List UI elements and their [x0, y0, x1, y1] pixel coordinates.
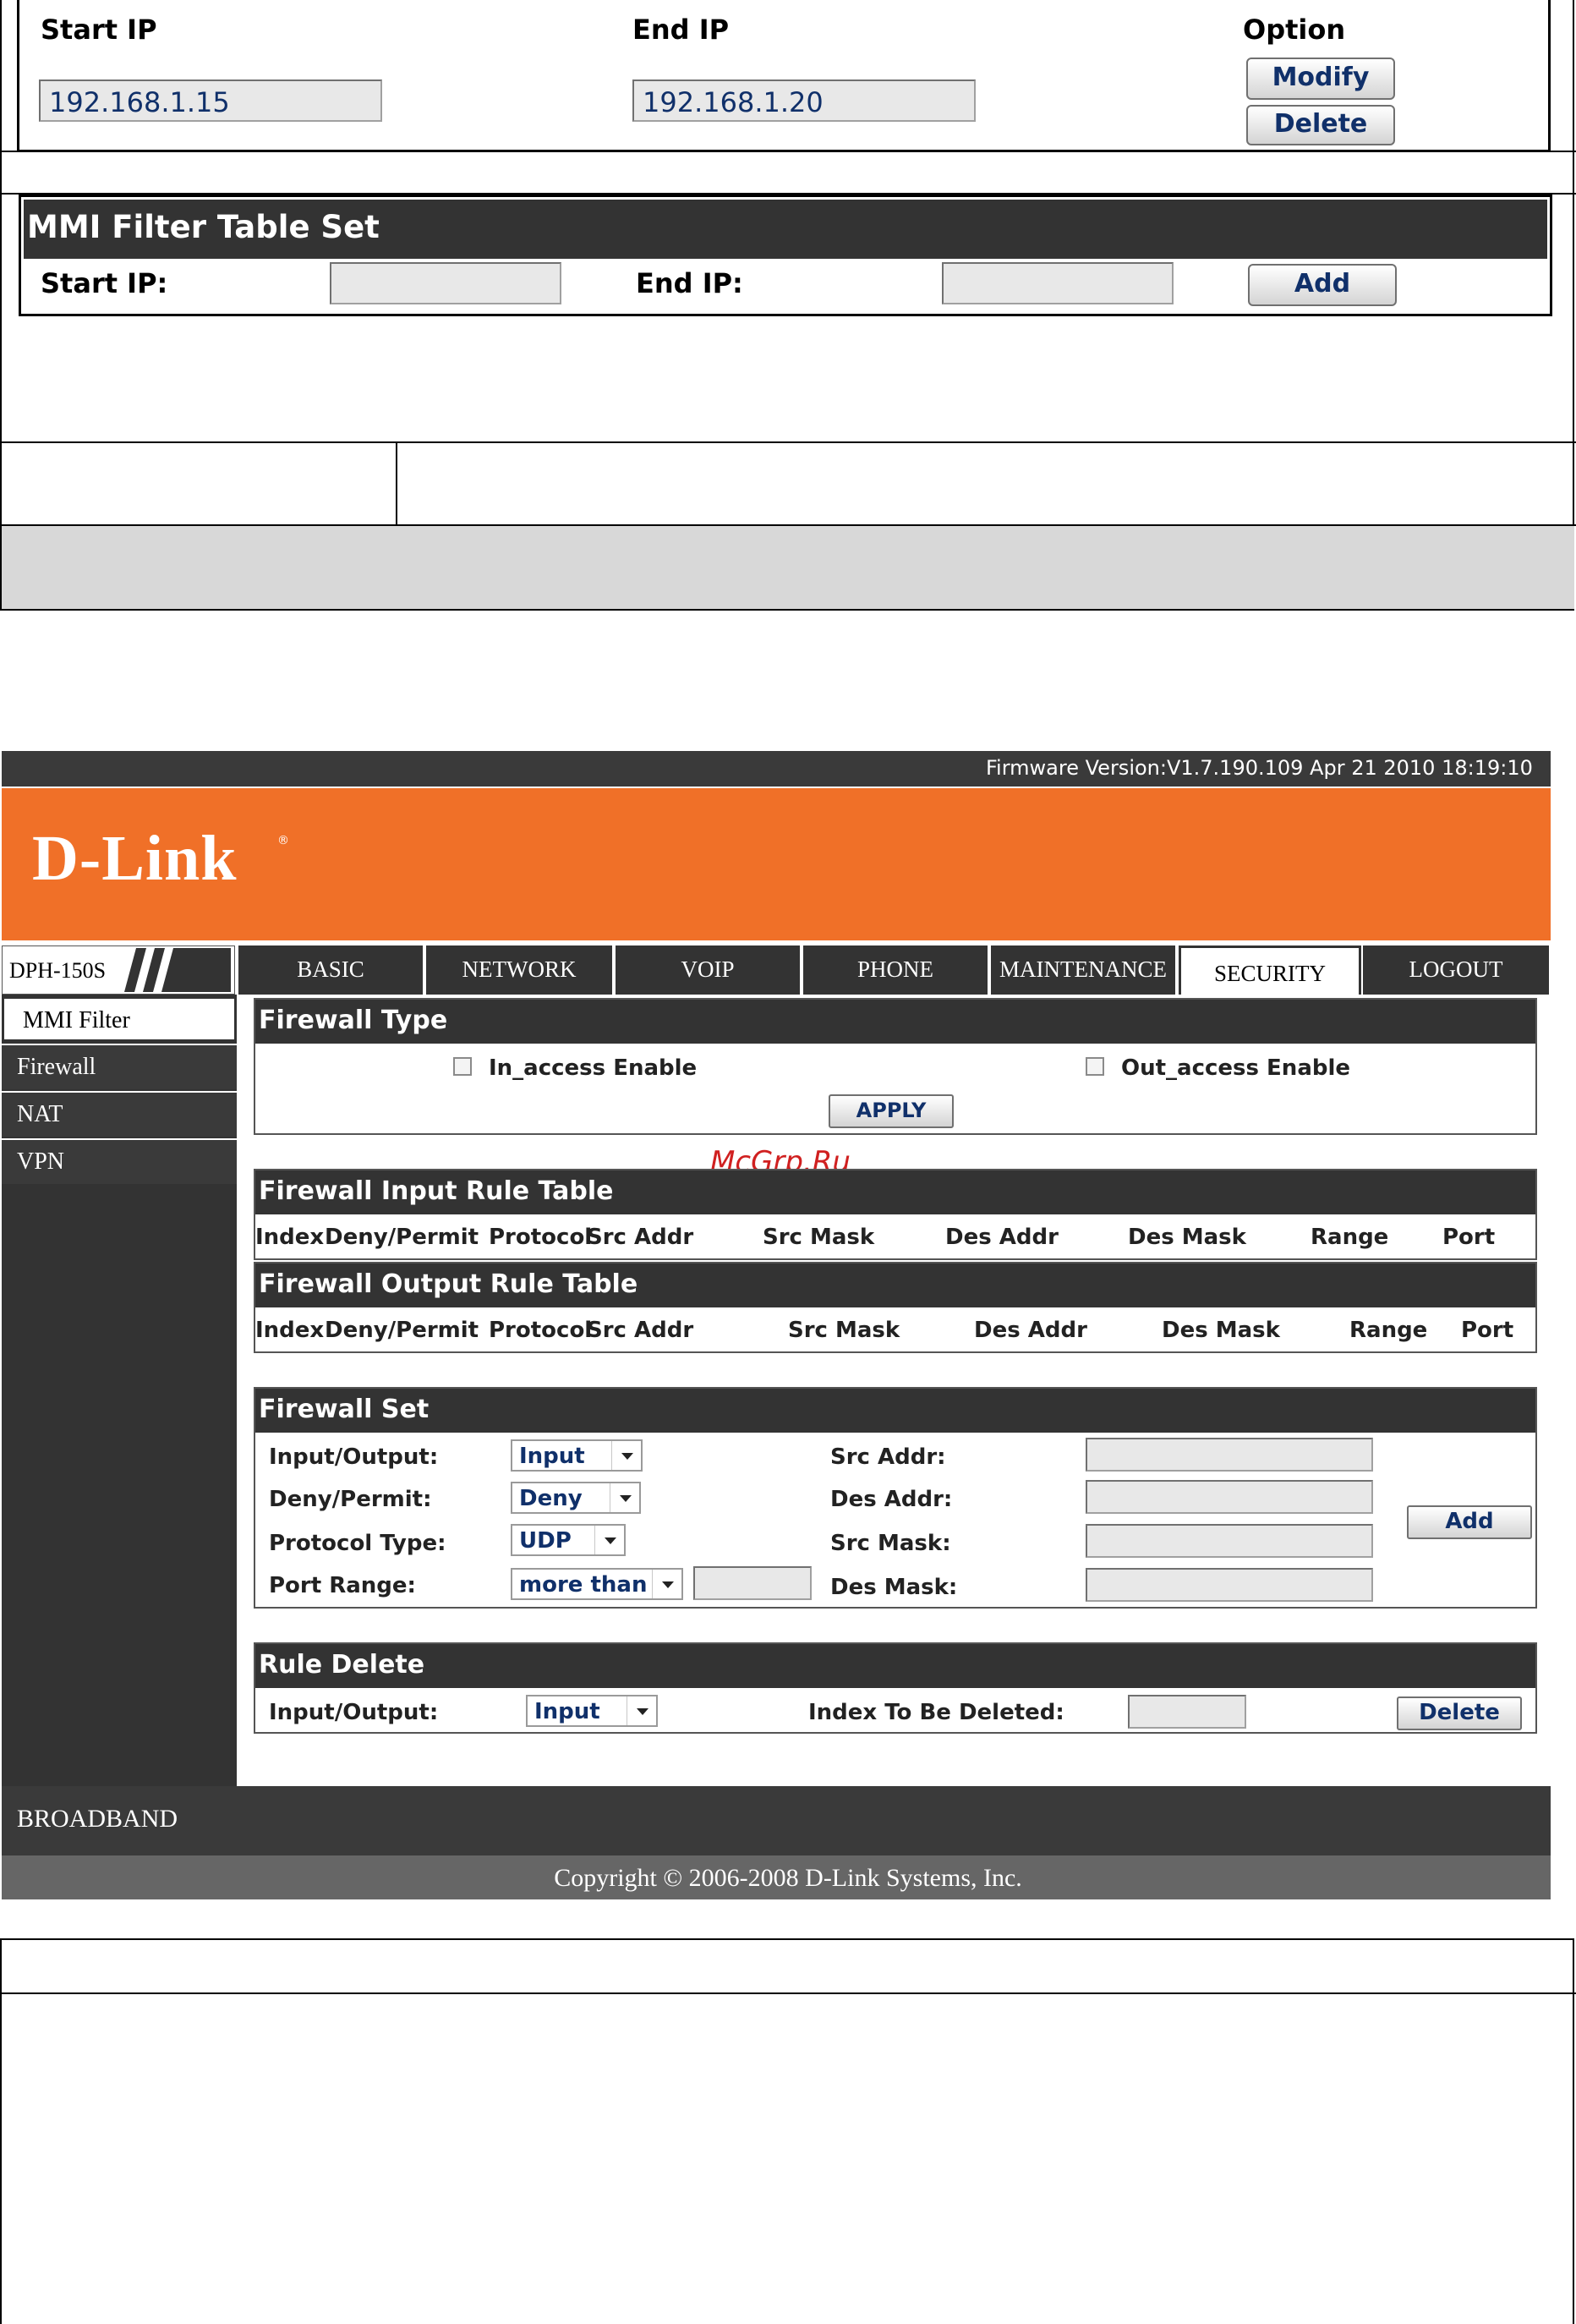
- des-addr-input[interactable]: [1086, 1480, 1373, 1514]
- mmi-end-ip-input[interactable]: [942, 262, 1174, 304]
- firewall-add-button[interactable]: Add: [1407, 1505, 1532, 1539]
- registered-mark: ®: [277, 834, 289, 847]
- mmi-filter-set-title: MMI Filter Table Set: [24, 200, 1547, 259]
- mmi-start-ip-label: Start IP:: [41, 267, 168, 299]
- des-mask-input[interactable]: [1086, 1568, 1373, 1602]
- bottom-table-frame: [0, 1938, 1574, 2324]
- mmi-start-ip-input[interactable]: [330, 262, 561, 304]
- input-col-range: Range: [1311, 1225, 1389, 1250]
- port-range-input[interactable]: [693, 1566, 812, 1600]
- slash-decoration-icon: [124, 948, 231, 992]
- src-addr-input[interactable]: [1086, 1438, 1373, 1472]
- des-addr-label: Des Addr:: [830, 1487, 953, 1512]
- gray-footer-row: [2, 526, 1574, 609]
- broadband-label: BROADBAND: [17, 1805, 178, 1833]
- start-ip-text: 192.168.1.15: [49, 86, 230, 118]
- mmi-end-ip-label: End IP:: [636, 267, 743, 299]
- index-delete-label: Index To Be Deleted:: [808, 1700, 1064, 1725]
- output-col-port: Port: [1461, 1318, 1514, 1343]
- rule-delete-title: Rule Delete: [255, 1644, 1535, 1688]
- dp-select-value: Deny: [519, 1486, 583, 1511]
- delete-entry-button[interactable]: Delete: [1246, 105, 1395, 145]
- rule-delete-button[interactable]: Delete: [1397, 1696, 1522, 1730]
- input-col-index: Index: [255, 1225, 325, 1250]
- output-col-des-addr: Des Addr: [974, 1318, 1087, 1343]
- chevron-down-icon: [594, 1526, 624, 1554]
- input-col-src-mask: Src Mask: [763, 1225, 875, 1250]
- in-access-label: In_access Enable: [489, 1055, 698, 1081]
- output-rule-title: Firewall Output Rule Table: [255, 1263, 1535, 1307]
- delete-io-select-value: Input: [534, 1699, 600, 1724]
- tab-voip[interactable]: VOIP: [616, 945, 802, 995]
- dlink-logo: D-Link: [32, 823, 238, 894]
- option-header: Option: [1243, 14, 1346, 46]
- input-rule-title: Firewall Input Rule Table: [255, 1170, 1535, 1214]
- in-access-checkbox[interactable]: [453, 1057, 472, 1076]
- tab-maintenance[interactable]: MAINTENANCE: [991, 945, 1177, 995]
- mmi-add-button[interactable]: Add: [1248, 264, 1397, 306]
- modify-button[interactable]: Modify: [1246, 58, 1395, 100]
- out-access-label: Out_access Enable: [1121, 1055, 1351, 1081]
- io-select-value: Input: [519, 1444, 585, 1469]
- output-col-des-mask: Des Mask: [1162, 1318, 1280, 1343]
- tab-network[interactable]: NETWORK: [426, 945, 614, 995]
- input-col-des-addr: Des Addr: [945, 1225, 1059, 1250]
- tab-logout[interactable]: LOGOUT: [1363, 945, 1551, 995]
- chevron-down-icon: [627, 1696, 656, 1725]
- input-col-des-mask: Des Mask: [1128, 1225, 1246, 1250]
- sidebar-item-firewall[interactable]: Firewall: [2, 1044, 237, 1089]
- input-col-deny-permit: Deny/Permit: [325, 1225, 479, 1250]
- dp-select[interactable]: Deny: [511, 1482, 641, 1514]
- output-col-src-mask: Src Mask: [788, 1318, 900, 1343]
- proto-select[interactable]: UDP: [511, 1524, 626, 1556]
- broadband-bar: [2, 1786, 1551, 1855]
- delete-io-select[interactable]: Input: [526, 1695, 658, 1727]
- io-select[interactable]: Input: [511, 1439, 643, 1472]
- sidebar-item-vpn[interactable]: VPN: [2, 1138, 237, 1184]
- src-addr-label: Src Addr:: [830, 1444, 946, 1470]
- sidebar-item-nat[interactable]: NAT: [2, 1091, 237, 1137]
- start-ip-header: Start IP: [41, 14, 157, 46]
- range-label: Port Range:: [269, 1573, 416, 1598]
- output-col-index: Index: [255, 1318, 325, 1343]
- proto-select-value: UDP: [519, 1528, 572, 1554]
- range-select[interactable]: more than: [511, 1568, 683, 1600]
- chevron-down-icon: [652, 1570, 681, 1598]
- src-mask-input[interactable]: [1086, 1524, 1373, 1558]
- chevron-down-icon: [611, 1441, 641, 1470]
- dp-label: Deny/Permit:: [269, 1487, 432, 1512]
- end-ip-value[interactable]: 192.168.1.20: [632, 79, 976, 122]
- output-col-deny-permit: Deny/Permit: [325, 1318, 479, 1343]
- index-delete-input[interactable]: [1128, 1695, 1246, 1729]
- output-col-src-addr: Src Addr: [587, 1318, 694, 1343]
- tab-phone[interactable]: PHONE: [803, 945, 989, 995]
- des-mask-label: Des Mask:: [830, 1575, 958, 1600]
- tab-basic[interactable]: BASIC: [238, 945, 424, 995]
- firewall-type-title: Firewall Type: [255, 1000, 1535, 1044]
- end-ip-header: End IP: [632, 14, 730, 46]
- sidebar-item-mmi-filter[interactable]: MMI Filter: [2, 996, 237, 1042]
- out-access-checkbox[interactable]: [1086, 1057, 1104, 1076]
- firewall-set-title: Firewall Set: [255, 1389, 1535, 1433]
- input-col-src-addr: Src Addr: [587, 1225, 694, 1250]
- tab-security[interactable]: SECURITY: [1179, 945, 1361, 995]
- range-select-value: more than: [519, 1572, 648, 1598]
- model-label: DPH-150S: [2, 945, 235, 995]
- src-mask-label: Src Mask:: [830, 1531, 951, 1556]
- end-ip-text: 192.168.1.20: [643, 86, 824, 118]
- input-col-port: Port: [1442, 1225, 1496, 1250]
- model-text: DPH-150S: [9, 958, 107, 983]
- chevron-down-icon: [610, 1483, 639, 1512]
- output-col-range: Range: [1349, 1318, 1428, 1343]
- delete-io-label: Input/Output:: [269, 1700, 439, 1725]
- output-col-protocol: Protocol: [489, 1318, 593, 1343]
- input-col-protocol: Protocol: [489, 1225, 593, 1250]
- copyright-text: Copyright © 2006-2008 D-Link Systems, In…: [554, 1864, 1022, 1892]
- start-ip-value[interactable]: 192.168.1.15: [39, 79, 382, 122]
- io-label: Input/Output:: [269, 1444, 439, 1470]
- firmware-version: Firmware Version:V1.7.190.109 Apr 21 201…: [986, 756, 1533, 780]
- proto-label: Protocol Type:: [269, 1531, 446, 1556]
- apply-button[interactable]: APPLY: [829, 1094, 954, 1128]
